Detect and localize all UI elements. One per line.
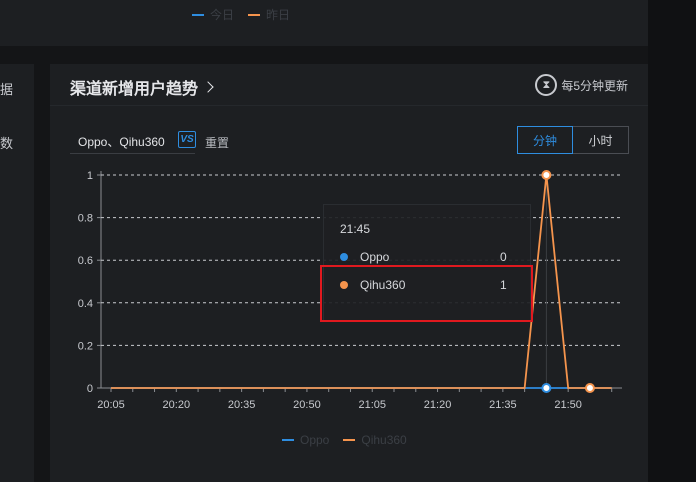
legend-swatch bbox=[282, 439, 294, 441]
legend-label: Qihu360 bbox=[361, 433, 407, 447]
legend-item-oppo[interactable]: Oppo bbox=[282, 433, 329, 447]
series-dot-icon bbox=[340, 253, 348, 261]
y-tick-label: 0.2 bbox=[78, 340, 93, 352]
tooltip-series-value: 0 bbox=[500, 250, 507, 264]
legend-swatch bbox=[343, 439, 356, 441]
x-tick-label: 20:50 bbox=[293, 399, 321, 411]
x-tick-label: 20:35 bbox=[228, 399, 256, 411]
x-axis-ticks: 20:05 20:20 20:35 20:50 21:05 21:20 21:35 21:50 bbox=[97, 388, 613, 411]
x-tick-label: 20:20 bbox=[163, 399, 191, 411]
x-tick-label: 21:50 bbox=[554, 399, 582, 411]
tooltip-series-name: Oppo bbox=[360, 250, 390, 264]
x-tick-label: 20:05 bbox=[97, 399, 125, 411]
x-tick-label: 21:20 bbox=[424, 399, 452, 411]
x-tick-label: 21:05 bbox=[358, 399, 386, 411]
tooltip-row-oppo: Oppo 0 bbox=[340, 250, 520, 264]
data-point-qihu360 bbox=[584, 383, 595, 393]
y-tick-label: 0 bbox=[87, 383, 93, 395]
highlight-annotation-box bbox=[320, 265, 533, 322]
x-tick-label: 21:35 bbox=[489, 399, 517, 411]
y-tick-label: 0.4 bbox=[78, 298, 93, 310]
dashboard: 今日 昨日 据 数 渠道新增用户趋势 ⧗ 每5分钟更新 Oppo、Qihu360… bbox=[0, 0, 696, 482]
data-point-qihu360 bbox=[541, 170, 552, 180]
y-axis-ticks: 0 0.2 0.4 0.6 0.8 1 bbox=[78, 170, 101, 395]
data-point-oppo bbox=[541, 383, 552, 393]
legend-item-qihu360[interactable]: Qihu360 bbox=[343, 433, 407, 447]
y-tick-label: 0.8 bbox=[78, 213, 93, 225]
chart-legend: Oppo Qihu360 bbox=[282, 433, 407, 447]
legend-label: Oppo bbox=[300, 433, 330, 447]
y-tick-label: 0.6 bbox=[78, 255, 93, 267]
y-tick-label: 1 bbox=[87, 170, 93, 182]
tooltip-time: 21:45 bbox=[340, 222, 371, 236]
